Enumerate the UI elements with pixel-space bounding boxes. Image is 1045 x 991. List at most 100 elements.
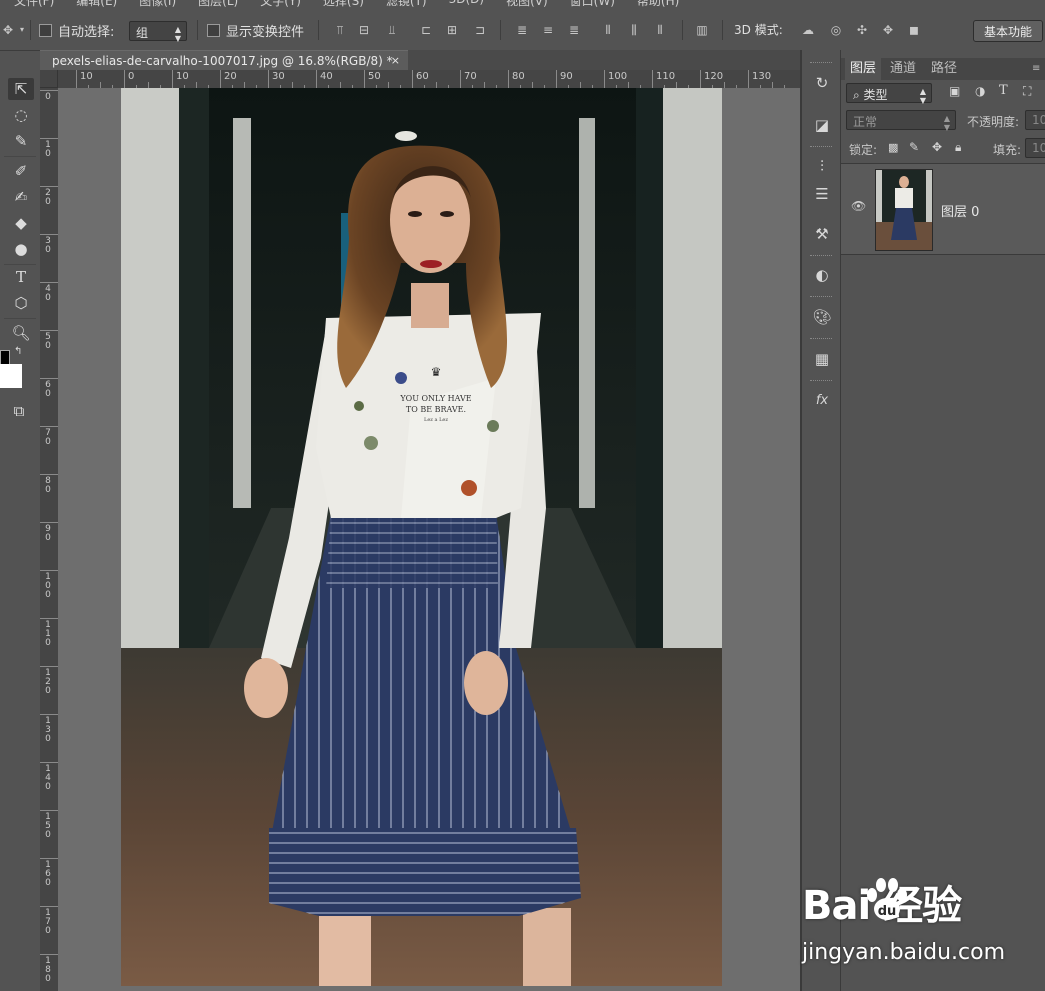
fill-input[interactable]: 10 — [1025, 138, 1045, 158]
swap-colors-icon[interactable]: ↰ — [14, 346, 22, 357]
show-transform-checkbox[interactable] — [207, 24, 220, 37]
strip-grip[interactable] — [810, 255, 832, 259]
ruler-left-label: 150 — [45, 812, 51, 840]
3d-roll-icon[interactable]: ◎ — [828, 22, 844, 38]
dodge-tool-icon[interactable]: ● — [8, 238, 34, 260]
layer-thumbnail[interactable] — [875, 169, 933, 251]
brush-tool-icon[interactable]: ✐ — [8, 160, 34, 182]
panel-menu-icon[interactable]: ≡ — [1027, 58, 1045, 80]
eyedropper-tool-icon[interactable]: ✎ — [8, 130, 34, 152]
menu-type[interactable]: 文字(Y) — [260, 0, 301, 8]
preset-dropdown-icon[interactable]: ▾ — [14, 22, 30, 38]
ruler-left-tick — [40, 570, 58, 571]
ruler-left-label: 40 — [45, 284, 51, 303]
distribute-hcenter-icon[interactable]: ⫼ — [626, 22, 642, 38]
strip-grip[interactable] — [810, 62, 832, 66]
ruler-left-tick — [40, 906, 58, 907]
opacity-input[interactable]: 10 — [1025, 110, 1045, 130]
shirt-text-1: YOU ONLY HAVE — [399, 394, 471, 403]
document-image[interactable]: ♛ YOU ONLY HAVE TO BE BRAVE. Lez a Lez — [121, 88, 722, 986]
strip-grip[interactable] — [810, 338, 832, 342]
layer-filter-dropdown[interactable]: ⌕ 类型 ▲ ▼ — [846, 83, 932, 105]
lock-position-icon[interactable]: ✥ — [932, 140, 942, 154]
menu-help[interactable]: 帮助(H) — [637, 0, 679, 8]
menu-3d[interactable]: 3D(D) — [449, 0, 484, 8]
align-hcenter-icon[interactable]: ⊞ — [444, 22, 460, 38]
align-bottom-icon[interactable]: ⫫ — [384, 22, 400, 38]
strip-grip[interactable] — [810, 146, 832, 150]
ruler-top-tick — [604, 70, 605, 88]
distribute-vcenter-icon[interactable]: ≡ — [540, 22, 556, 38]
paint-bucket-tool-icon[interactable]: ◆ — [8, 212, 34, 234]
layer-name[interactable]: 图层 0 — [941, 201, 979, 220]
distribute-bottom-icon[interactable]: ≣ — [566, 22, 582, 38]
document-tab[interactable]: pexels-elias-de-carvalho-1007017.jpg @ 1… — [40, 50, 408, 70]
adjustments-icon[interactable]: ☰ — [811, 183, 833, 205]
shape-tool-icon[interactable]: ⬡ — [8, 292, 34, 314]
ruler-left-label: 140 — [45, 764, 51, 792]
history-panel-icon[interactable]: ↻ — [811, 72, 833, 94]
lock-transparent-icon[interactable]: ▩ — [888, 141, 898, 154]
distribute-right-icon[interactable]: ⫴ — [652, 22, 668, 38]
move-tool-icon[interactable]: ⇱ — [8, 78, 34, 100]
grid-panel-icon[interactable]: ▦ — [811, 348, 833, 370]
distribute-left-icon[interactable]: ⫴ — [600, 22, 616, 38]
ruler-origin[interactable] — [40, 70, 58, 88]
styles-fx-icon[interactable]: fx — [811, 390, 833, 412]
menu-select[interactable]: 选择(S) — [323, 0, 364, 8]
tool-separator — [4, 318, 36, 319]
tab-paths[interactable]: 路径 — [926, 58, 962, 80]
brush-presets-icon[interactable]: ⫶ — [811, 155, 833, 177]
3d-rotate-icon[interactable]: ☁ — [800, 22, 816, 38]
menu-window[interactable]: 窗口(W) — [570, 0, 615, 8]
close-tab-icon[interactable]: × — [391, 51, 400, 71]
menu-view[interactable]: 视图(V) — [506, 0, 548, 8]
auto-select-dropdown[interactable]: 组 ▲ ▼ — [129, 21, 187, 43]
visibility-eye-icon[interactable]: 👁︎ — [851, 199, 866, 213]
zoom-tool-icon[interactable]: 🔍︎ — [8, 322, 34, 344]
lock-pixels-icon[interactable]: ✎ — [909, 140, 919, 154]
3d-pan-icon[interactable]: ✣ — [854, 22, 870, 38]
3d-scale-icon[interactable]: ◼ — [906, 22, 922, 38]
tab-layers[interactable]: 图层 — [845, 58, 882, 80]
ruler-left-tick — [40, 90, 58, 91]
swatches-icon[interactable]: 🎨︎ — [811, 306, 833, 328]
layer-row[interactable]: 👁︎ 图层 0 — [841, 163, 1045, 255]
quick-select-tool-icon[interactable]: ◌ — [8, 104, 34, 126]
align-top-icon[interactable]: ⫪ — [332, 22, 348, 38]
filter-pixel-icon[interactable]: ▣ — [949, 84, 960, 98]
auto-align-icon[interactable]: ▥ — [694, 22, 710, 38]
tab-channels[interactable]: 通道 — [885, 58, 921, 80]
history-brush-tool-icon[interactable]: ✍ — [8, 186, 34, 208]
align-right-icon[interactable]: ⊐ — [472, 22, 488, 38]
workspace-button[interactable]: 基本功能 — [973, 20, 1043, 42]
align-left-icon[interactable]: ⊏ — [418, 22, 434, 38]
type-tool-icon[interactable]: T — [8, 266, 34, 288]
filter-adjustment-icon[interactable]: ◑ — [975, 84, 985, 98]
filter-shape-icon[interactable]: ⛶ — [1023, 84, 1031, 99]
distribute-top-icon[interactable]: ≣ — [514, 22, 530, 38]
background-color-swatch[interactable] — [0, 364, 22, 388]
menu-items: 文件(F) 编辑(E) 图像(I) 图层(L) 文字(Y) 选择(S) 滤镜(T… — [14, 0, 679, 8]
menu-image[interactable]: 图像(I) — [139, 0, 176, 8]
strip-grip[interactable] — [810, 296, 832, 300]
menu-edit[interactable]: 编辑(E) — [76, 0, 117, 8]
strip-grip[interactable] — [810, 380, 832, 384]
clone-source-icon[interactable]: ⚒ — [811, 223, 833, 245]
baidu-paw-icon: du — [867, 878, 907, 920]
properties-panel-icon[interactable]: ◪ — [811, 114, 833, 136]
quick-mask-icon[interactable]: ⧉ — [6, 400, 32, 422]
filter-type-icon[interactable]: T — [999, 83, 1008, 98]
align-vcenter-icon[interactable]: ⊟ — [356, 22, 372, 38]
lock-all-icon[interactable]: 🔒︎ — [955, 140, 961, 155]
ruler-left-tick — [40, 762, 58, 763]
ruler-top-label: 50 — [368, 71, 381, 82]
3d-slide-icon[interactable]: ✥ — [880, 22, 896, 38]
menu-filter[interactable]: 滤镜(T) — [386, 0, 427, 8]
adjustments-circle-icon[interactable]: ◐ — [811, 264, 833, 286]
menu-layer[interactable]: 图层(L) — [198, 0, 238, 8]
blend-mode-dropdown[interactable]: 正常 ▲ ▼ — [846, 110, 956, 132]
ruler-left-tick — [40, 954, 58, 955]
auto-select-checkbox[interactable] — [39, 24, 52, 37]
menu-file[interactable]: 文件(F) — [14, 0, 54, 8]
